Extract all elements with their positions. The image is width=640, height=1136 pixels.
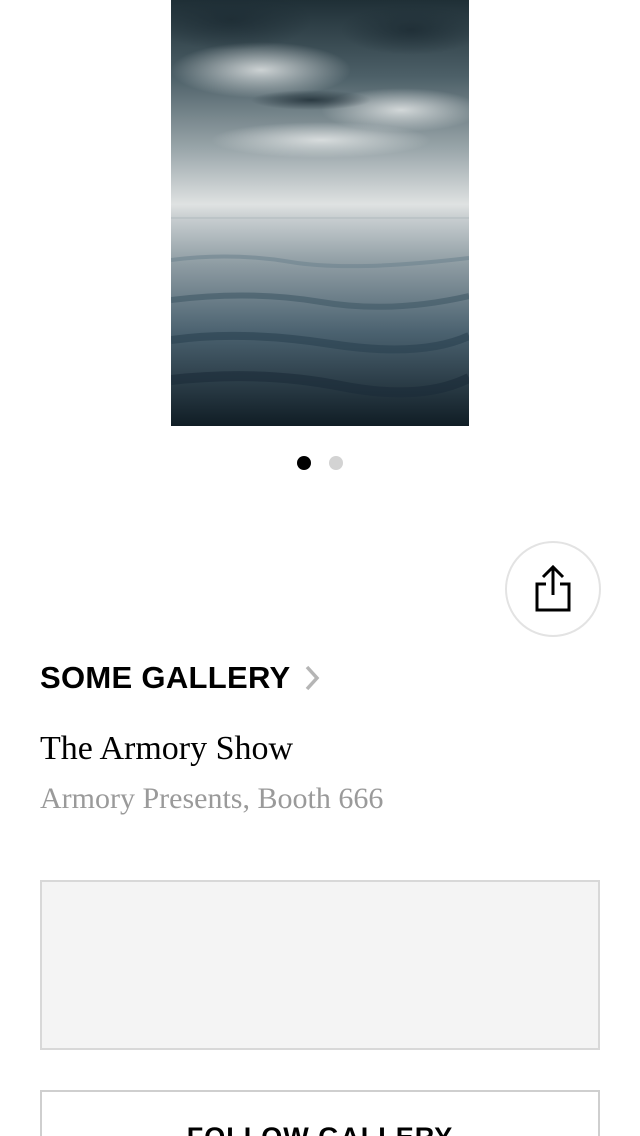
seascape-painting	[171, 0, 469, 426]
share-icon	[535, 565, 571, 612]
follow-gallery-label: FOLLOW GALLERY	[187, 1122, 453, 1136]
gallery-name: SOME GALLERY	[40, 660, 291, 695]
carousel-dot-2[interactable]	[329, 456, 343, 470]
content-placeholder	[40, 880, 600, 1050]
booth-location: Armory Presents, Booth 666	[40, 782, 384, 815]
gallery-link[interactable]: SOME GALLERY	[40, 656, 320, 700]
carousel-dot-1[interactable]	[297, 456, 311, 470]
follow-gallery-button[interactable]: FOLLOW GALLERY	[40, 1090, 600, 1136]
share-button[interactable]	[505, 541, 601, 637]
artwork-image[interactable]	[171, 0, 469, 426]
carousel-indicator	[0, 456, 640, 470]
fair-name[interactable]: The Armory Show	[40, 730, 293, 768]
chevron-right-icon	[306, 665, 320, 691]
